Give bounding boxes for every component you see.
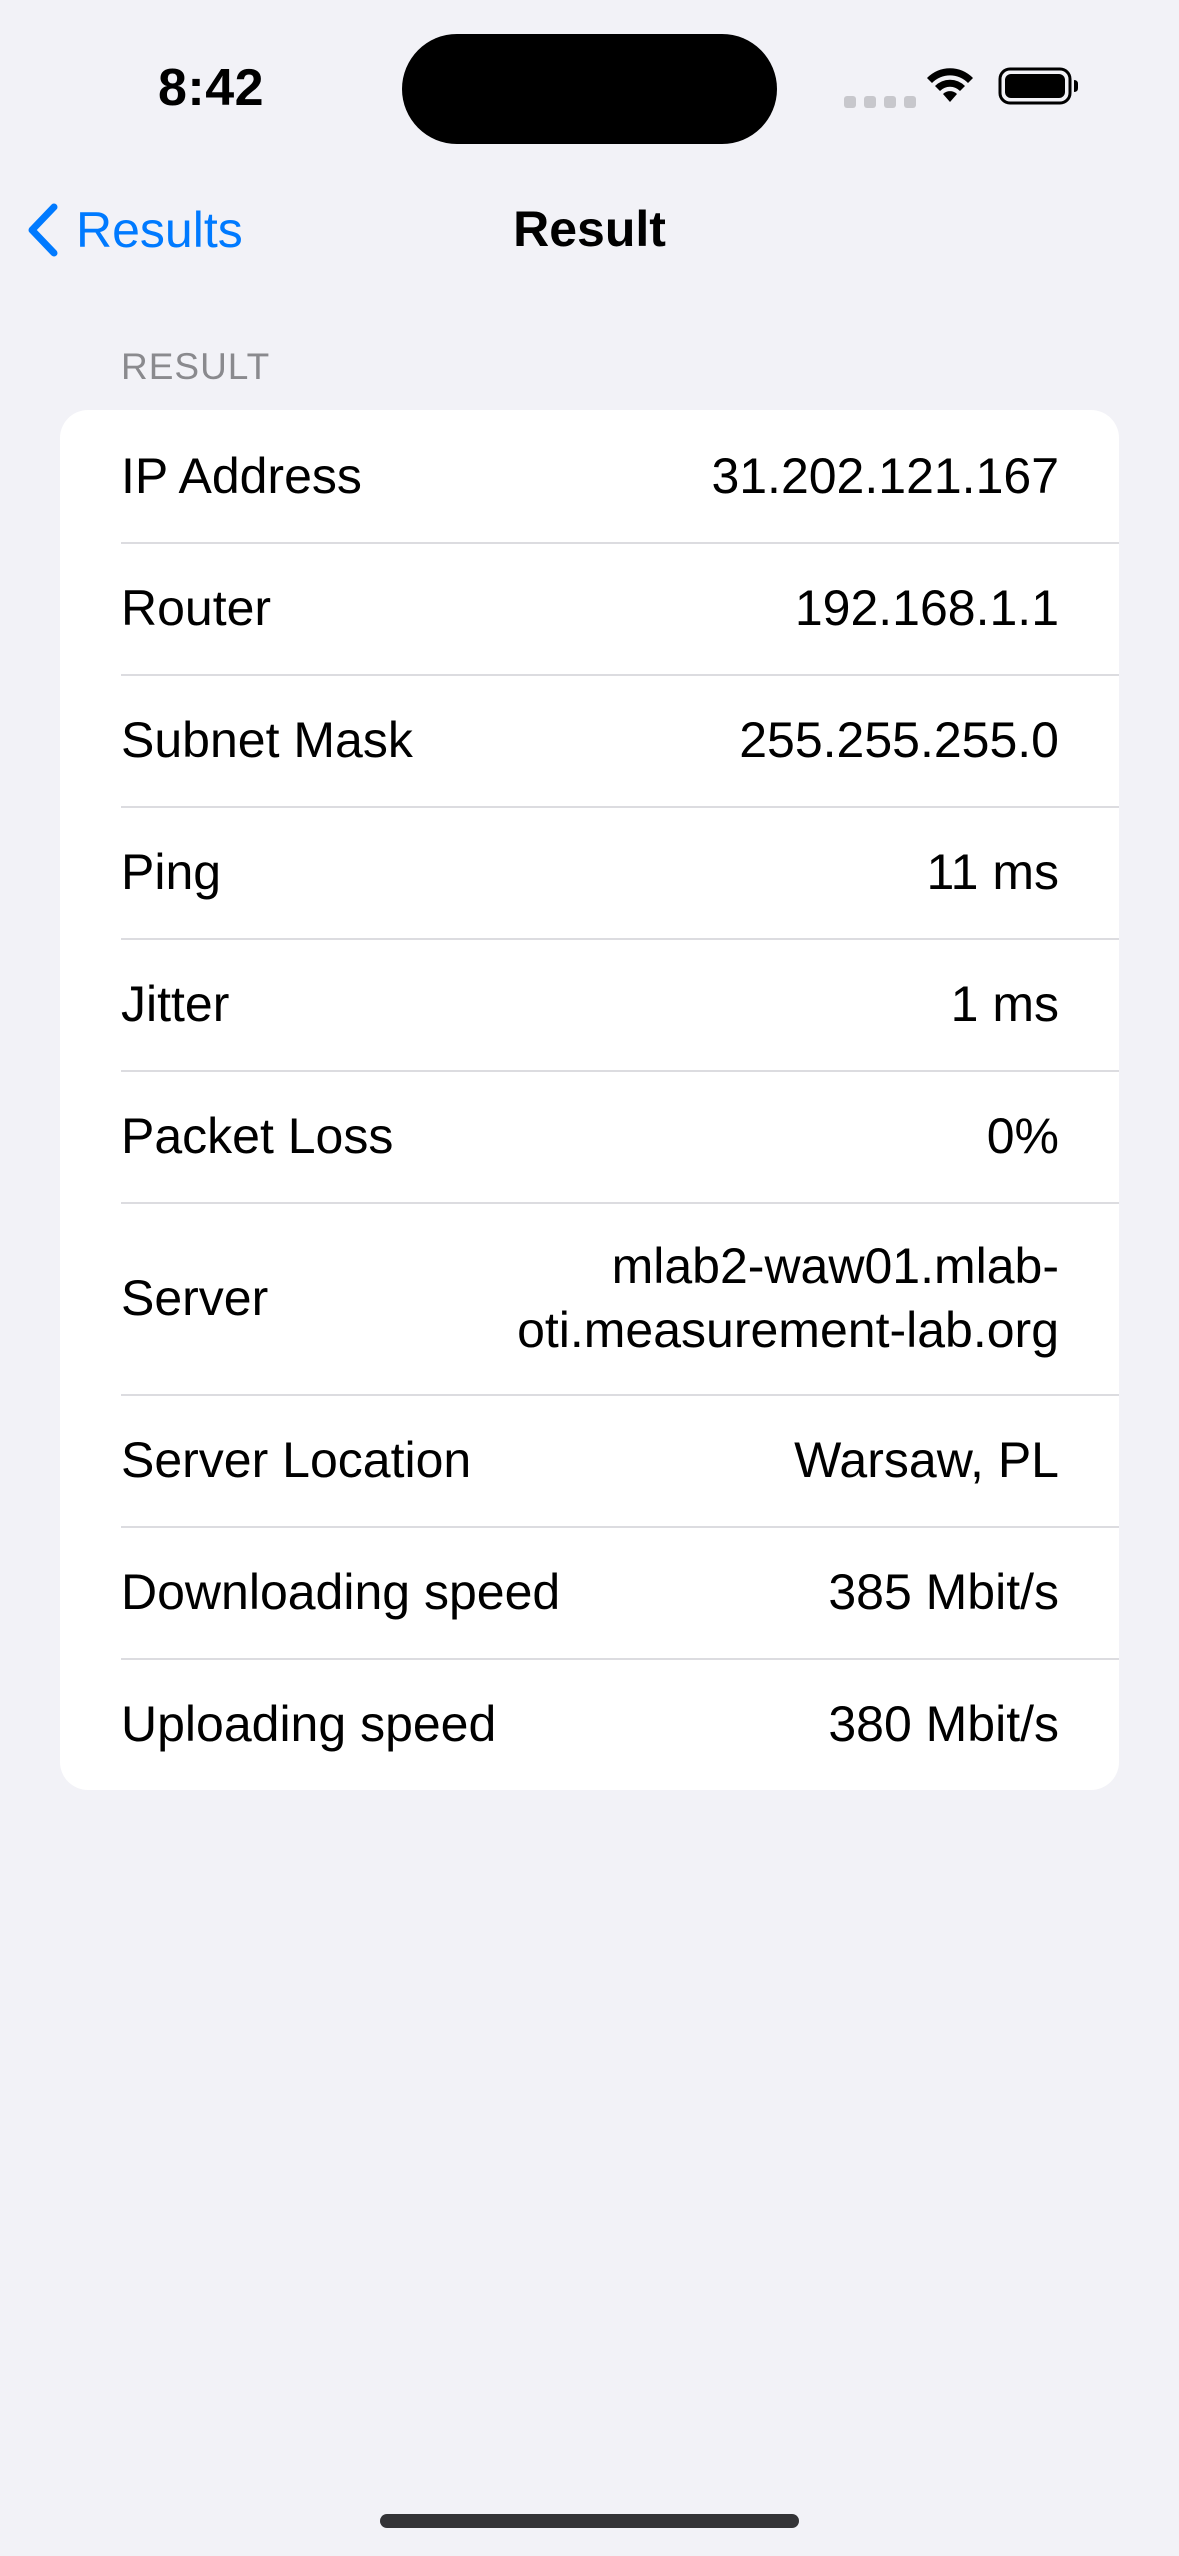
list-item-uploading-speed: Uploading speed 380 Mbit/s [60,1658,1119,1790]
result-list: IP Address 31.202.121.167 Router 192.168… [60,410,1119,1790]
row-value: 192.168.1.1 [794,580,1059,636]
page-title: Result [513,201,666,257]
dynamic-island [402,34,777,144]
row-value: 255.255.255.0 [739,712,1059,768]
list-item-jitter: Jitter 1 ms [60,938,1119,1070]
cellular-signal-icon [844,96,916,108]
row-value: 11 ms [926,844,1059,900]
row-value: 385 Mbit/s [828,1564,1059,1620]
row-value: 380 Mbit/s [828,1696,1059,1752]
row-label: Uploading speed [121,1696,497,1752]
row-label: Downloading speed [121,1564,561,1620]
row-label: Subnet Mask [121,712,413,768]
section-header: RESULT [121,346,271,387]
list-item-downloading-speed: Downloading speed 385 Mbit/s [60,1526,1119,1658]
row-value: mlab2-waw01.mlab-oti.measurement-lab.org [517,1238,1059,1358]
row-label: Router [121,580,272,636]
row-value: Warsaw, PL [794,1432,1059,1488]
navigation-bar: Results Result [0,170,1179,290]
list-item-ping: Ping 11 ms [60,806,1119,938]
list-item-subnet-mask: Subnet Mask 255.255.255.0 [60,674,1119,806]
home-indicator[interactable] [380,2514,799,2528]
row-label: Ping [121,844,222,900]
status-bar: 8:42 [0,0,1179,150]
list-item-packet-loss: Packet Loss 0% [60,1070,1119,1202]
list-item-server-location: Server Location Warsaw, PL [60,1394,1119,1526]
row-label: IP Address [121,448,362,504]
status-time: 8:42 [158,59,265,117]
row-label: Packet Loss [121,1108,394,1164]
list-item-router: Router 192.168.1.1 [60,542,1119,674]
row-label: Server [121,1270,269,1326]
row-label: Jitter [121,976,230,1032]
list-item-ip-address: IP Address 31.202.121.167 [60,410,1119,542]
row-value: 1 ms [950,976,1059,1032]
row-value: 31.202.121.167 [711,448,1059,504]
wifi-icon [927,68,973,102]
row-label: Server Location [121,1432,472,1488]
battery-icon [998,67,1078,105]
row-value: 0% [986,1108,1059,1164]
list-item-server: Server mlab2-waw01.mlab-oti.measurement-… [60,1202,1119,1394]
